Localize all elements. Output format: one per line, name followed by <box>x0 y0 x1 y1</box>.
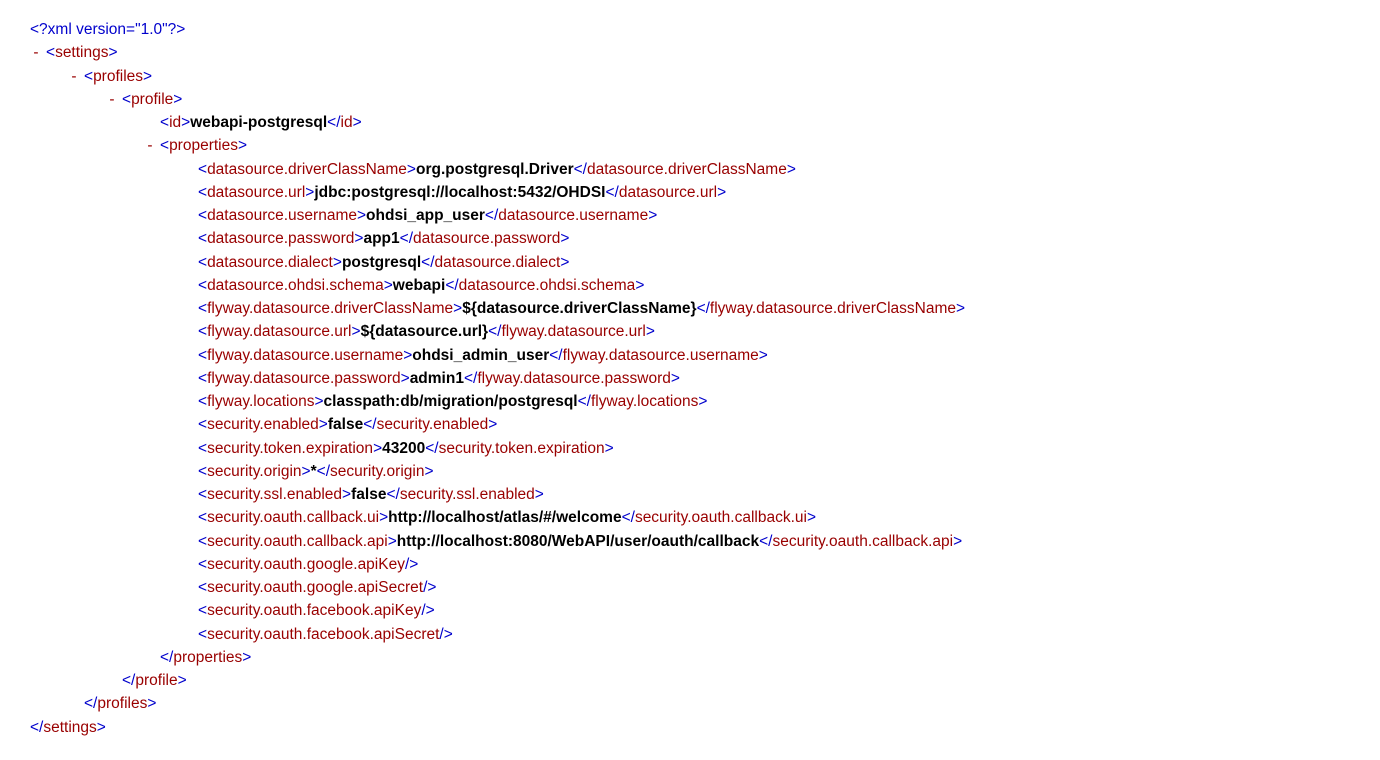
property-element: -<security.oauth.callback.ui>http://loca… <box>30 506 1380 529</box>
property-element: -<security.token.expiration>43200</secur… <box>30 437 1380 460</box>
property-element: -<flyway.locations>classpath:db/migratio… <box>30 390 1380 413</box>
settings-close: </settings> <box>30 716 1380 739</box>
property-element: -<security.origin>*</security.origin> <box>30 460 1380 483</box>
property-element: -<security.enabled>false</security.enabl… <box>30 413 1380 436</box>
properties-close: -</properties> <box>30 646 1380 669</box>
collapse-toggle[interactable]: - <box>68 65 80 88</box>
property-element: -<flyway.datasource.url>${datasource.url… <box>30 320 1380 343</box>
profiles-close: -</profiles> <box>30 692 1380 715</box>
property-element: -<datasource.username>ohdsi_app_user</da… <box>30 204 1380 227</box>
profile-open: -<profile> <box>30 88 1380 111</box>
property-element: -<datasource.password>app1</datasource.p… <box>30 227 1380 250</box>
property-empty-element: -<security.oauth.facebook.apiSecret/> <box>30 623 1380 646</box>
property-empty-element: -<security.oauth.facebook.apiKey/> <box>30 599 1380 622</box>
property-empty-element: -<security.oauth.google.apiSecret/> <box>30 576 1380 599</box>
property-empty-element: -<security.oauth.google.apiKey/> <box>30 553 1380 576</box>
collapse-toggle[interactable]: - <box>106 88 118 111</box>
xml-tree: <?xml version="1.0"?> -<settings> -<prof… <box>0 0 1380 739</box>
id-element: -<id>webapi-postgresql</id> <box>30 111 1380 134</box>
property-element: -<flyway.datasource.password>admin1</fly… <box>30 367 1380 390</box>
xml-declaration: <?xml version="1.0"?> <box>30 18 1380 41</box>
property-element: -<datasource.dialect>postgresql</datasou… <box>30 251 1380 274</box>
profile-close: -</profile> <box>30 669 1380 692</box>
properties-open: -<properties> <box>30 134 1380 157</box>
collapse-toggle[interactable]: - <box>144 134 156 157</box>
collapse-toggle[interactable]: - <box>30 41 42 64</box>
profiles-open: -<profiles> <box>30 65 1380 88</box>
property-element: -<flyway.datasource.username>ohdsi_admin… <box>30 344 1380 367</box>
properties-children: -<datasource.driverClassName>org.postgre… <box>30 158 1380 646</box>
property-element: -<security.ssl.enabled>false</security.s… <box>30 483 1380 506</box>
property-element: -<datasource.driverClassName>org.postgre… <box>30 158 1380 181</box>
settings-open: -<settings> <box>30 41 1380 64</box>
property-element: -<flyway.datasource.driverClassName>${da… <box>30 297 1380 320</box>
property-element: -<datasource.ohdsi.schema>webapi</dataso… <box>30 274 1380 297</box>
property-element: -<datasource.url>jdbc:postgresql://local… <box>30 181 1380 204</box>
property-element: -<security.oauth.callback.api>http://loc… <box>30 530 1380 553</box>
